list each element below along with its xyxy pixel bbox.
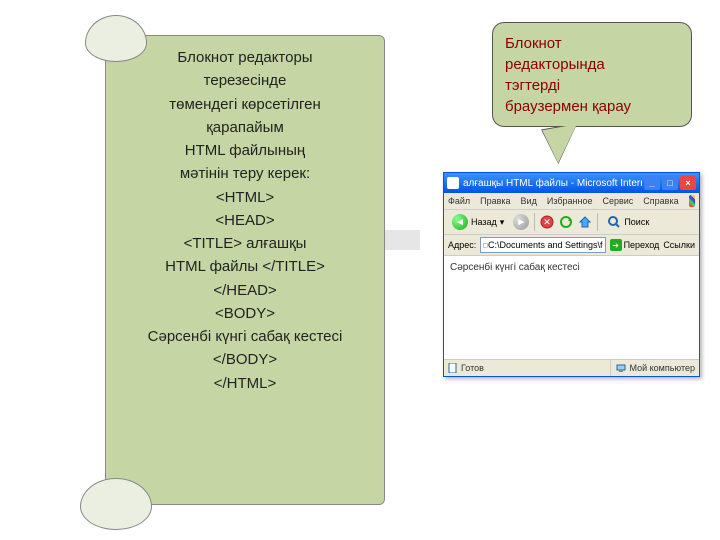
address-label: Адрес: [448, 240, 476, 250]
scroll-curl-bottom [80, 478, 152, 530]
back-button[interactable]: ◄ Назад ▾ [448, 213, 508, 231]
scroll-line: <BODY> [106, 302, 384, 325]
close-button[interactable]: × [680, 176, 696, 190]
menu-edit[interactable]: Правка [480, 196, 510, 206]
address-value: C:\Documents and Settings\f [488, 240, 603, 250]
scroll-line: <TITLE> алғашқы [106, 232, 384, 255]
stop-icon[interactable]: ✕ [540, 215, 554, 229]
scroll-line: мәтінін теру керек: [106, 162, 384, 185]
scroll-line: </HTML> [106, 372, 384, 395]
titlebar[interactable]: алғашқы HTML файлы - Microsoft Internet … [444, 173, 699, 193]
scroll-line: терезесінде [106, 69, 384, 92]
dropdown-icon: ▾ [500, 217, 505, 228]
callout-tail [542, 124, 583, 165]
ie-icon [447, 177, 459, 189]
menu-help[interactable]: Справка [643, 196, 678, 206]
search-button[interactable]: Поиск [603, 214, 653, 230]
scroll-line: Сәрсенбі күнгі сабақ кестесі [106, 325, 384, 348]
links-label[interactable]: Ссылки [663, 240, 695, 250]
scroll-line: қарапайым [106, 116, 384, 139]
scroll-line: </HEAD> [106, 279, 384, 302]
go-arrow-icon: ➔ [610, 239, 622, 251]
scroll-line: <HEAD> [106, 209, 384, 232]
scroll-line: HTML файлының [106, 139, 384, 162]
windows-logo-icon [689, 195, 695, 207]
callout-line: браузермен қарау [505, 96, 679, 117]
status-zone: Мой компьютер [629, 363, 695, 373]
scroll-parchment: Блокнот редакторы терезесінде төмендегі … [85, 15, 385, 525]
home-icon[interactable] [578, 215, 592, 229]
go-button[interactable]: ➔ Переход [610, 239, 660, 251]
scroll-body: Блокнот редакторы терезесінде төмендегі … [105, 35, 385, 505]
scroll-line: Блокнот редакторы [106, 46, 384, 69]
back-arrow-icon: ◄ [452, 214, 468, 230]
toolbar-separator [597, 213, 598, 231]
toolbar-separator [534, 213, 535, 231]
window-title: алғашқы HTML файлы - Microsoft Internet … [463, 178, 642, 189]
forward-button[interactable]: ► [513, 214, 529, 230]
toolbar: ◄ Назад ▾ ► ✕ Поиск [444, 210, 699, 235]
search-icon [607, 215, 621, 229]
menu-tools[interactable]: Сервис [602, 196, 633, 206]
menu-file[interactable]: Файл [448, 196, 470, 206]
callout-line: Блокнот [505, 33, 679, 54]
status-ready: Готов [461, 363, 484, 373]
document-icon [448, 363, 458, 373]
scroll-line: <HTML> [106, 186, 384, 209]
maximize-button[interactable]: □ [662, 176, 678, 190]
menubar: Файл Правка Вид Избранное Сервис Справка [444, 193, 699, 210]
statusbar: Готов Мой компьютер [444, 359, 699, 376]
scroll-curl-top [85, 15, 147, 62]
callout-line: тэгтерді [505, 75, 679, 96]
scroll-line: HTML файлы </TITLE> [106, 255, 384, 278]
minimize-button[interactable]: _ [644, 176, 660, 190]
menu-favorites[interactable]: Избранное [547, 196, 593, 206]
scroll-line: төмендегі көрсетілген [106, 93, 384, 116]
ie-browser-window: алғашқы HTML файлы - Microsoft Internet … [443, 172, 700, 377]
browser-content: Сәрсенбі күнгі сабақ кестесі [444, 256, 699, 359]
page-body-text: Сәрсенбі күнгі сабақ кестесі [450, 262, 580, 273]
search-label: Поиск [624, 217, 649, 227]
scroll-line: </BODY> [106, 348, 384, 371]
svg-text:✕: ✕ [544, 217, 552, 227]
address-input[interactable]: C:\Documents and Settings\f [480, 237, 605, 253]
callout-line: редакторында [505, 54, 679, 75]
addressbar: Адрес: C:\Documents and Settings\f ➔ Пер… [444, 235, 699, 256]
menu-view[interactable]: Вид [521, 196, 537, 206]
go-label: Переход [624, 240, 660, 250]
speech-callout: Блокнот редакторында тэгтерді браузермен… [492, 22, 692, 127]
refresh-icon[interactable] [559, 215, 573, 229]
back-label: Назад [471, 217, 497, 227]
computer-icon [616, 363, 626, 373]
